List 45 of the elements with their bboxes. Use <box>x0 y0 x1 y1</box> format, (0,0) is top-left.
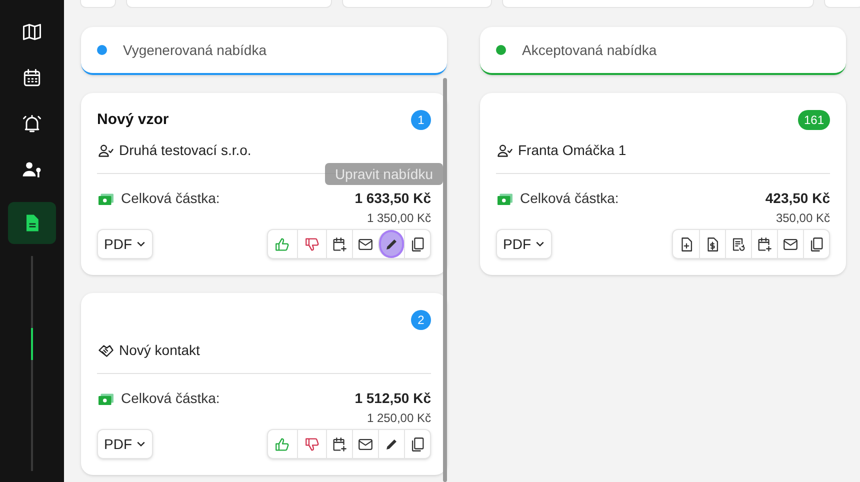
column-title: Vygenerovaná nabídka <box>123 40 266 60</box>
action-button[interactable] <box>378 230 404 258</box>
net-amount: 1 250,00 Kč <box>366 411 431 425</box>
tooltip: Upravit nabídku <box>324 163 443 185</box>
contact-name: Nový kontakt <box>119 341 200 360</box>
number-badge: 2 <box>411 310 431 330</box>
total-label: Celková částka: <box>520 189 619 208</box>
column-title: Akceptovaná nabídka <box>522 40 657 60</box>
thumbs-up-icon <box>274 436 291 452</box>
contact-name: Franta Omáčka 1 <box>518 141 626 160</box>
contact-name: Druhá testovací s.r.o. <box>119 141 252 160</box>
net-amount: 1 350,00 Kč <box>366 211 431 225</box>
card-title: Nový vzor <box>97 110 169 130</box>
copy-icon <box>808 236 825 252</box>
file-refresh-icon <box>730 236 747 252</box>
format-dropdown[interactable]: PDF <box>496 229 552 259</box>
chevron-down-icon <box>136 239 146 249</box>
map-icon <box>21 21 43 43</box>
chevron-down-icon <box>535 239 545 249</box>
copy-icon <box>409 436 426 452</box>
total-amount: 1 512,50 Kč <box>354 389 431 408</box>
total-label: Celková částka: <box>121 189 220 208</box>
total-amount: 423,50 Kč <box>765 189 830 208</box>
total-amount: 1 633,50 Kč <box>354 189 431 208</box>
scroll-thumb[interactable] <box>31 328 33 360</box>
format-dropdown[interactable]: PDF <box>97 229 153 259</box>
bell-icon <box>21 113 43 135</box>
calendar-icon <box>21 67 43 89</box>
thumbs-down-icon <box>304 436 320 452</box>
chevron-down-icon <box>136 439 146 449</box>
calendar-plus-icon <box>331 236 348 252</box>
thumbs-up-icon <box>274 236 291 252</box>
calendar-plus-icon <box>756 236 773 252</box>
number-badge: 161 <box>798 110 830 130</box>
number-badge: 1 <box>411 110 431 130</box>
format-dropdown[interactable]: PDF <box>97 429 153 459</box>
scrollbar[interactable] <box>443 78 447 482</box>
offer-card[interactable]: 161 Franta Omáčka 1 Celková částka: 423,50 Kč 350,00 Kč PDF <box>480 93 846 275</box>
thumbs-down-icon <box>304 236 320 252</box>
scroll-track[interactable] <box>31 256 33 471</box>
calendar-plus-icon <box>331 436 348 452</box>
copy-icon <box>409 236 426 252</box>
sidebar-button[interactable] <box>8 202 56 244</box>
net-amount: 350,00 Kč <box>774 211 830 225</box>
total-label: Celková částka: <box>121 389 220 408</box>
